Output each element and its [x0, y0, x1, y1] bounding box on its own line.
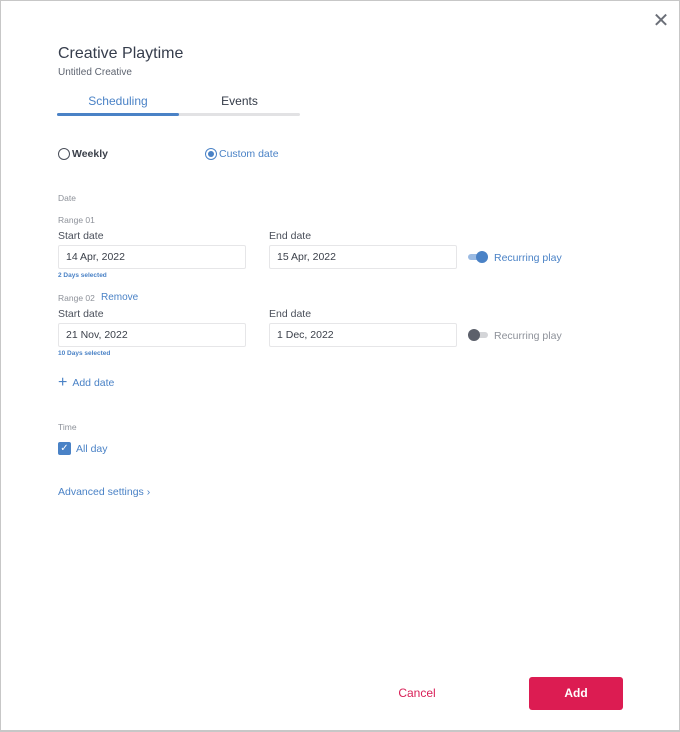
tab-scheduling[interactable]: Scheduling [57, 91, 179, 113]
close-icon[interactable]: ✕ [651, 11, 671, 31]
range-02-remove-link[interactable]: Remove [101, 292, 138, 303]
radio-checked-icon [205, 148, 217, 160]
radio-weekly[interactable]: Weekly [58, 148, 108, 160]
creative-playtime-dialog: ✕ Creative Playtime Untitled Creative Sc… [0, 0, 680, 732]
range-01-recurring-label: Recurring play [494, 252, 562, 264]
range-02-start-label: Start date [58, 308, 104, 320]
tab-active-indicator [57, 113, 179, 116]
all-day-checkbox[interactable]: ✓ All day [58, 442, 108, 455]
range-02-recurring-toggle[interactable] [468, 329, 488, 341]
dialog-title: Creative Playtime [58, 45, 184, 62]
tab-bar: Scheduling Events [57, 91, 300, 117]
all-day-label: All day [76, 442, 108, 455]
range-01-days-selected: 2 Days selected [58, 272, 107, 279]
range-02-end-label: End date [269, 308, 312, 320]
add-date-button[interactable]: + Add date [58, 374, 115, 391]
toggle-knob [476, 251, 488, 263]
range-01-start-label: Start date [58, 230, 104, 242]
radio-weekly-label: Weekly [72, 148, 108, 160]
range-01-start-date-input[interactable]: 14 Apr, 2022 [58, 245, 246, 269]
range-02-start-date-input[interactable]: 21 Nov, 2022 [58, 323, 246, 347]
cancel-button[interactable]: Cancel [387, 686, 447, 700]
plus-icon: + [58, 374, 68, 391]
range-02-label: Range 02 [58, 293, 95, 303]
radio-custom-date[interactable]: Custom date [205, 148, 279, 160]
advanced-settings-link[interactable]: Advanced settings › [58, 486, 150, 498]
radio-unchecked-icon [58, 148, 70, 160]
add-date-label: Add date [72, 377, 115, 389]
toggle-knob [468, 329, 480, 341]
range-01-end-label: End date [269, 230, 312, 242]
dialog-subtitle: Untitled Creative [58, 67, 132, 78]
range-02-recurring-label: Recurring play [494, 330, 562, 342]
checkmark-icon: ✓ [58, 442, 71, 455]
tab-events[interactable]: Events [179, 91, 300, 113]
add-button[interactable]: Add [529, 677, 623, 710]
range-01-recurring-toggle[interactable] [468, 251, 488, 263]
range-01-label: Range 01 [58, 215, 95, 225]
radio-custom-date-label: Custom date [219, 148, 279, 160]
date-section-label: Date [58, 193, 76, 203]
time-section-label: Time [58, 422, 77, 432]
range-01-end-date-input[interactable]: 15 Apr, 2022 [269, 245, 457, 269]
range-02-end-date-input[interactable]: 1 Dec, 2022 [269, 323, 457, 347]
range-02-days-selected: 10 Days selected [58, 350, 111, 357]
